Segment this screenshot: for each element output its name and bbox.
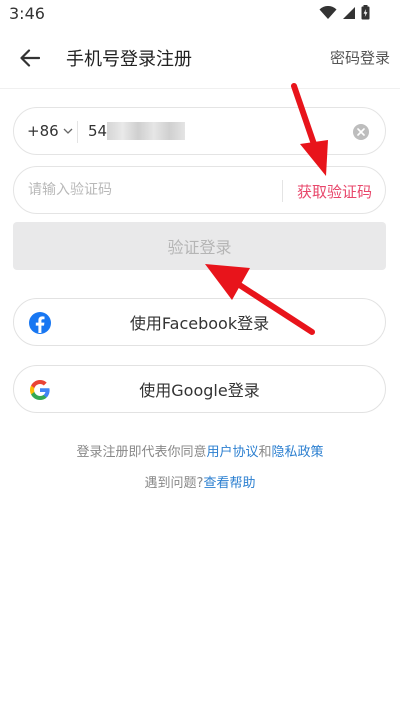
page-title: 手机号登录注册 — [66, 49, 192, 70]
arrow-left-icon — [20, 49, 40, 67]
phone-number-value: 54 — [88, 122, 108, 140]
status-bar: 3:46 — [0, 0, 400, 28]
back-button[interactable] — [14, 43, 46, 73]
google-login-button[interactable]: 使用Google登录 — [13, 365, 386, 413]
obscured-phone-digits — [107, 122, 185, 140]
agreement-and: 和 — [258, 445, 272, 460]
help-text: 遇到问题?查看帮助 — [0, 472, 400, 491]
header-divider — [0, 88, 400, 89]
user-agreement-link[interactable]: 用户协议 — [206, 445, 258, 460]
facebook-login-label: 使用Facebook登录 — [129, 314, 270, 333]
verification-code-input[interactable] — [28, 177, 278, 203]
close-icon — [357, 128, 365, 136]
help-question: 遇到问题? — [144, 476, 204, 491]
verify-login-button[interactable]: 验证登录 — [13, 222, 386, 270]
wifi-icon — [319, 5, 337, 19]
privacy-policy-link[interactable]: 隐私政策 — [272, 445, 324, 460]
facebook-login-button[interactable]: 使用Facebook登录 — [13, 298, 386, 346]
get-code-button[interactable]: 获取验证码 — [297, 181, 372, 202]
login-screen: 3:46 手机号登录注册 密码登录 +86 54 请输入验证码 获取验证码 验证… — [0, 0, 400, 711]
clear-input-button[interactable] — [353, 124, 369, 140]
password-login-link[interactable]: 密码登录 — [330, 47, 390, 68]
facebook-icon — [29, 312, 51, 334]
phone-field[interactable]: +86 54 — [13, 107, 386, 155]
country-code-label: +86 — [27, 122, 59, 140]
battery-icon — [361, 5, 370, 20]
verify-login-label: 验证登录 — [167, 238, 232, 257]
view-help-link[interactable]: 查看帮助 — [203, 476, 255, 491]
signal-icon — [343, 6, 355, 19]
country-code-selector[interactable]: +86 — [27, 122, 73, 140]
field-separator — [282, 180, 283, 202]
google-icon — [30, 380, 50, 400]
agreement-text: 登录注册即代表你同意用户协议和隐私政策 — [0, 441, 400, 460]
status-time: 3:46 — [9, 4, 45, 23]
agreement-prefix: 登录注册即代表你同意 — [76, 445, 207, 460]
verification-code-field: 获取验证码 — [13, 166, 386, 214]
status-icons — [319, 5, 370, 20]
field-separator — [77, 121, 78, 143]
chevron-down-icon — [63, 128, 73, 134]
app-bar: 手机号登录注册 密码登录 — [0, 28, 400, 88]
google-login-label: 使用Google登录 — [139, 381, 260, 400]
